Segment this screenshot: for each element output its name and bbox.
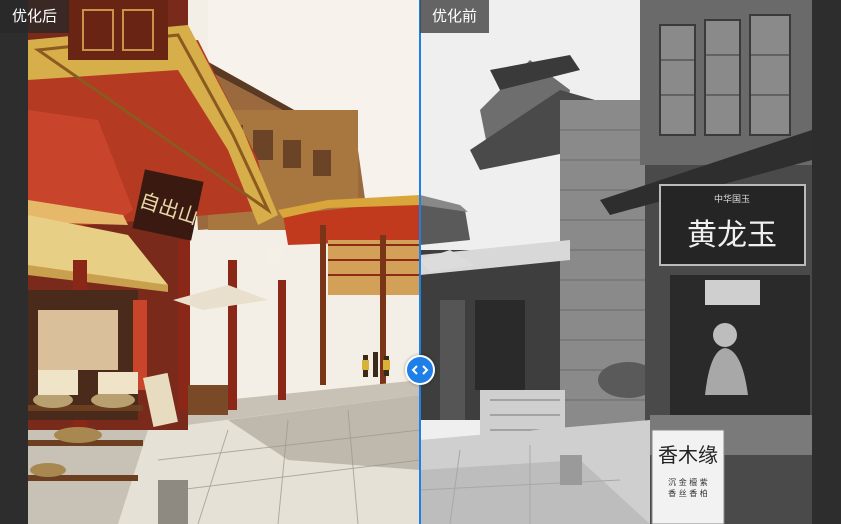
- after-label: 优化后: [0, 0, 70, 33]
- comparison-divider-line[interactable]: [419, 0, 421, 524]
- after-image: 自出山: [28, 0, 420, 524]
- right-frame-border: [812, 0, 841, 524]
- left-frame-border: [0, 0, 28, 524]
- sign-small-text: 中华国玉: [714, 193, 750, 205]
- sign-main-text: 黄龙玉: [687, 218, 777, 253]
- left-right-arrows-icon: [411, 365, 429, 375]
- before-image: 中华国玉 黄龙玉 香木缘 沉 金 檀 紫香 丝 香 柏: [420, 0, 812, 524]
- before-label: 优化前: [420, 0, 490, 33]
- image-comparison-slider[interactable]: 自出山 中华国玉 黄龙玉 香木缘 沉 金 檀 紫香 丝 香 柏 优化后 优化前: [0, 0, 841, 524]
- banner-main-text: 香木缘: [658, 443, 718, 467]
- comparison-slider-handle[interactable]: [405, 355, 435, 385]
